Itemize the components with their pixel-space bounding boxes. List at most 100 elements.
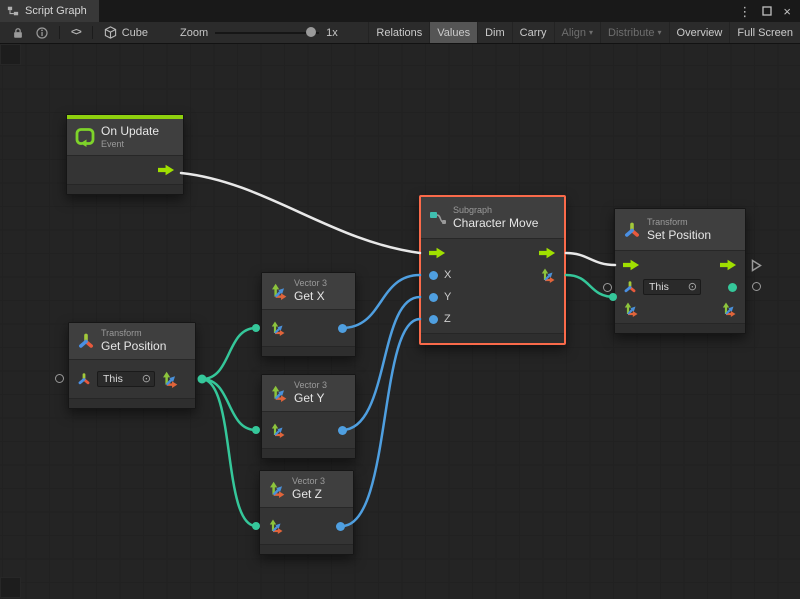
node-category: Vector 3 <box>294 278 327 289</box>
cube-icon <box>104 26 117 39</box>
this-object-field[interactable]: This ⊙ <box>643 279 701 295</box>
window-controls: ⋮ × <box>738 5 800 18</box>
port-label-z: Z <box>444 313 451 325</box>
vector3-output-port-icon[interactable] <box>161 370 179 388</box>
button-label: Relations <box>376 27 422 39</box>
overview-button[interactable]: Overview <box>669 22 730 43</box>
zoom-value: 1x <box>326 27 338 39</box>
node-character-move[interactable]: Subgraph Character Move X Y Z <box>419 195 566 345</box>
vector3-output-port-icon[interactable] <box>540 267 556 283</box>
carry-button[interactable]: Carry <box>512 22 554 43</box>
node-title: Set Position <box>647 228 711 242</box>
script-graph-window: Script Graph ⋮ × <> Cube Zoom 1x Relatio… <box>0 0 800 599</box>
vector3-icon <box>270 384 288 402</box>
node-set-position[interactable]: Transform Set Position This ⊙ <box>614 208 746 334</box>
transform-icon <box>623 221 641 239</box>
node-footer <box>260 544 353 554</box>
node-title: Character Move <box>453 216 538 230</box>
graph-toolbar: <> Cube Zoom 1x Relations Values Dim Car… <box>0 22 800 44</box>
relations-button[interactable]: Relations <box>368 22 429 43</box>
graph-name: Cube <box>122 27 148 39</box>
zoom-slider-track <box>215 32 319 34</box>
node-title: Get Y <box>294 391 327 405</box>
node-title: Get Position <box>101 339 166 353</box>
this-field-value: This <box>103 373 123 385</box>
node-category: Transform <box>647 217 711 228</box>
zoom-slider[interactable] <box>215 22 319 43</box>
toolbar-separator <box>59 26 60 39</box>
x-input-port[interactable] <box>429 271 438 280</box>
flow-output-port[interactable] <box>539 247 556 259</box>
node-footer <box>615 323 745 333</box>
titlebar: Script Graph ⋮ × <box>0 0 800 22</box>
vector3-input-port-icon[interactable] <box>268 518 284 534</box>
button-label: Values <box>437 27 470 39</box>
node-title: Get X <box>294 289 327 303</box>
node-subtitle: Event <box>101 139 159 150</box>
flow-input-port[interactable] <box>623 259 640 271</box>
dim-button[interactable]: Dim <box>477 22 512 43</box>
set-position-value-out-port[interactable] <box>752 282 761 291</box>
toolbar-separator <box>92 26 93 39</box>
node-category: Subgraph <box>453 205 538 216</box>
node-get-z[interactable]: Vector 3 Get Z <box>259 470 354 555</box>
node-title: On Update <box>101 124 159 138</box>
this-object-field[interactable]: This ⊙ <box>97 371 155 387</box>
vector3-input-port-icon[interactable] <box>623 301 639 317</box>
values-button[interactable]: Values <box>429 22 477 43</box>
z-input-port[interactable] <box>429 315 438 324</box>
set-position-flow-out-port[interactable] <box>751 259 762 272</box>
node-footer <box>69 398 195 408</box>
align-button[interactable]: Align▾ <box>554 22 600 43</box>
zoom-label: Zoom <box>180 27 208 39</box>
float-output-port[interactable] <box>338 324 347 333</box>
info-icon <box>36 27 48 39</box>
node-get-y[interactable]: Vector 3 Get Y <box>261 374 356 459</box>
tab-title: Script Graph <box>25 5 87 17</box>
node-category: Vector 3 <box>294 380 327 391</box>
code-icon: <> <box>71 27 81 38</box>
zoom-group: Zoom 1x <box>180 22 338 43</box>
node-footer <box>262 448 355 458</box>
object-picker-icon[interactable]: ⊙ <box>138 374 151 385</box>
flow-input-port[interactable] <box>429 247 446 259</box>
canvas-corner-tile <box>0 44 21 65</box>
node-on-update[interactable]: On Update Event <box>66 114 184 195</box>
flow-output-port[interactable] <box>158 164 175 176</box>
vector3-input-port-icon[interactable] <box>270 320 286 336</box>
maximize-icon[interactable] <box>762 6 772 16</box>
lock-button[interactable] <box>6 22 30 43</box>
button-label: Align <box>562 27 586 39</box>
transform-icon <box>77 372 91 386</box>
event-icon <box>75 127 95 147</box>
zoom-slider-knob[interactable] <box>306 27 316 37</box>
edit-script-button[interactable]: <> <box>65 22 87 43</box>
canvas-corner-tile <box>0 577 21 598</box>
script-graph-icon <box>7 5 19 17</box>
vector3-input-port-icon[interactable] <box>270 422 286 438</box>
float-output-port[interactable] <box>336 522 345 531</box>
this-field-value: This <box>649 281 669 293</box>
node-get-x[interactable]: Vector 3 Get X <box>261 272 356 357</box>
kebab-menu-icon[interactable]: ⋮ <box>738 5 751 18</box>
distribute-button[interactable]: Distribute▾ <box>600 22 668 43</box>
flow-output-port[interactable] <box>720 259 737 271</box>
vector3-icon <box>270 282 288 300</box>
tab-script-graph[interactable]: Script Graph <box>0 0 99 22</box>
close-icon[interactable]: × <box>783 5 791 18</box>
set-position-this-port[interactable] <box>603 283 612 292</box>
toolbar-toggles: Relations Values Dim Carry Align▾ Distri… <box>368 22 800 43</box>
y-input-port[interactable] <box>429 293 438 302</box>
fullscreen-button[interactable]: Full Screen <box>729 22 800 43</box>
inspect-button[interactable] <box>30 22 54 43</box>
get-position-this-port[interactable] <box>55 374 64 383</box>
vector3-output-port[interactable] <box>728 283 737 292</box>
transform-icon <box>77 332 95 350</box>
graph-breadcrumb-cube[interactable]: Cube <box>98 22 154 43</box>
object-picker-icon[interactable]: ⊙ <box>684 282 697 293</box>
button-label: Distribute <box>608 27 654 39</box>
vector3-port-icon[interactable] <box>721 301 737 317</box>
node-get-position[interactable]: Transform Get Position This ⊙ <box>68 322 196 409</box>
button-label: Carry <box>520 27 547 39</box>
float-output-port[interactable] <box>338 426 347 435</box>
